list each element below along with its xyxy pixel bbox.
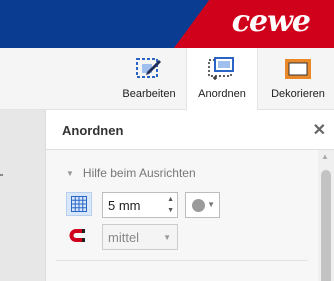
panel-header: Anordnen ✕ bbox=[46, 110, 334, 150]
section-hilfe-toggle[interactable]: ▼ Hilfe beim Ausrichten bbox=[66, 166, 196, 180]
section-divider bbox=[56, 260, 308, 261]
snap-strength-dropdown[interactable]: mittel ▼ bbox=[102, 224, 178, 250]
panel-title: Anordnen bbox=[62, 123, 124, 138]
toolbar-anordnen-label: Anordnen bbox=[198, 88, 246, 100]
magnet-icon bbox=[68, 227, 88, 250]
toolbar-bearbeiten-label: Bearbeiten bbox=[122, 88, 176, 100]
grid-size-spinner[interactable]: 5 mm ▲ ▼ bbox=[102, 192, 178, 218]
grid-toggle-button[interactable] bbox=[66, 192, 92, 216]
chevron-down-icon: ▼ bbox=[163, 233, 171, 242]
spinner-up-icon[interactable]: ▲ bbox=[167, 196, 174, 203]
cewe-logo: cewe bbox=[231, 4, 311, 39]
toolbar-anordnen-button[interactable]: Anordnen bbox=[186, 48, 258, 110]
app-header: cewe bbox=[0, 0, 334, 48]
workspace-left-area bbox=[0, 110, 46, 281]
close-icon[interactable]: ✕ bbox=[313, 120, 326, 140]
ruler-tick bbox=[0, 174, 3, 176]
collapse-triangle-icon: ▼ bbox=[66, 169, 74, 178]
scroll-up-icon[interactable]: ▲ bbox=[321, 152, 329, 161]
grid-color-dropdown[interactable]: ▼ bbox=[185, 192, 220, 218]
color-swatch bbox=[192, 199, 205, 212]
toolbar-dekorieren-button[interactable]: Dekorieren bbox=[262, 48, 334, 110]
section-title: Hilfe beim Ausrichten bbox=[82, 166, 196, 180]
toolbar-dekorieren-label: Dekorieren bbox=[271, 88, 325, 100]
chevron-down-icon: ▼ bbox=[207, 200, 215, 209]
edit-selection-icon bbox=[135, 56, 163, 87]
toolbar-bearbeiten-button[interactable]: Bearbeiten bbox=[114, 48, 184, 110]
spinner-down-icon[interactable]: ▼ bbox=[167, 207, 174, 214]
arrange-icon bbox=[207, 56, 237, 87]
decorate-frame-icon bbox=[283, 56, 313, 87]
arrange-panel: Anordnen ✕ ▼ Hilfe beim Ausrichten 5 mm ▲ bbox=[46, 110, 334, 281]
snap-strength-value: mittel bbox=[108, 230, 140, 245]
grid-icon bbox=[67, 196, 91, 219]
panel-scrollbar[interactable]: ▲ bbox=[318, 150, 334, 281]
scrollbar-thumb[interactable] bbox=[321, 170, 331, 281]
grid-size-value: 5 mm bbox=[108, 198, 141, 213]
toolbar: Bearbeiten Anordnen Dekorieren bbox=[0, 48, 334, 110]
